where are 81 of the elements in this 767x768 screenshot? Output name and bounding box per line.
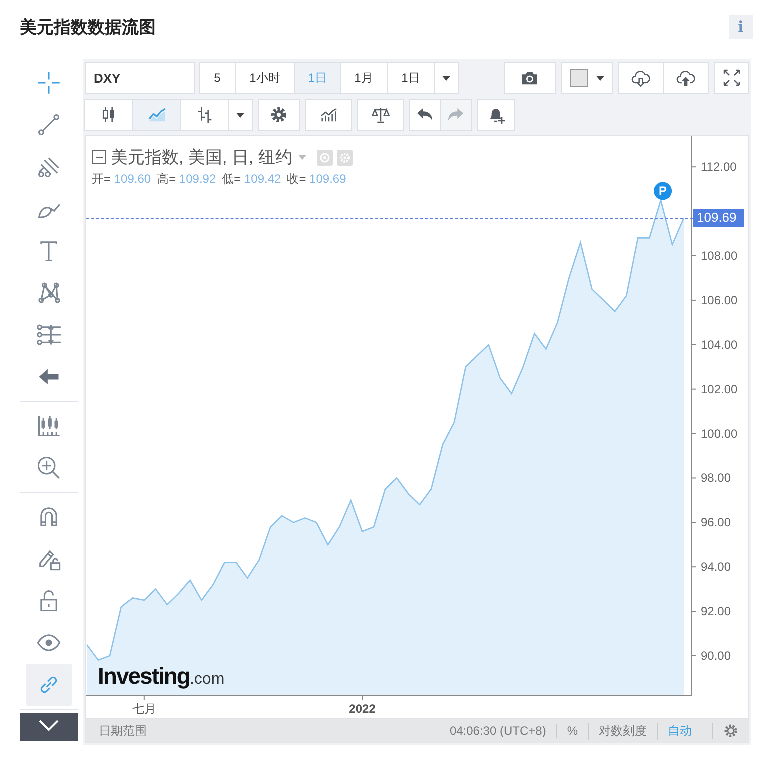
- collapse-icon[interactable]: [92, 150, 107, 165]
- y-tick: 96.00: [692, 516, 732, 530]
- y-tick: 104.00: [692, 338, 738, 352]
- chart-title: 美元指数, 美国, 日, 纽约: [111, 147, 292, 169]
- ohlc-label: 收=: [287, 172, 306, 186]
- y-tick: 94.00: [692, 560, 732, 574]
- caret-icon[interactable]: [298, 155, 308, 160]
- page-title: 美元指数数据流图: [20, 16, 156, 38]
- y-tick-label: 90.00: [701, 649, 732, 663]
- settings-button[interactable]: [258, 99, 300, 131]
- collapse-button[interactable]: [20, 713, 78, 741]
- y-tick-label: 104.00: [701, 338, 738, 352]
- interval-button[interactable]: 1日: [294, 62, 341, 94]
- cloud-upload-icon: [676, 68, 696, 88]
- indicators-button[interactable]: [305, 99, 352, 131]
- info-button[interactable]: i: [729, 15, 753, 39]
- fullscreen-icon: [722, 68, 742, 88]
- chart-type-dropdown[interactable]: [228, 99, 253, 131]
- interval-dropdown[interactable]: [434, 62, 459, 94]
- caret-icon: [236, 112, 245, 118]
- ohlc-value: 109.69: [310, 172, 346, 186]
- y-tick-label: 102.00: [701, 382, 738, 396]
- marker-badge: P: [654, 182, 672, 200]
- price-tag: 109.69: [693, 209, 744, 228]
- logo: Investing.com: [98, 663, 225, 690]
- interval-button[interactable]: 1小时: [235, 62, 295, 94]
- drawing-tool-button[interactable]: [26, 664, 72, 706]
- chart-type-button[interactable]: [180, 99, 229, 131]
- alert-button[interactable]: [477, 99, 515, 131]
- y-tick: 112.00: [692, 160, 737, 174]
- zoom-icon: [36, 455, 62, 481]
- scale-option[interactable]: 自动: [657, 722, 702, 740]
- y-tick-label: 94.00: [701, 560, 732, 574]
- chevron-down-icon: [38, 719, 60, 733]
- y-tick-label: 92.00: [701, 604, 732, 619]
- date-range-button[interactable]: 日期范围: [95, 722, 147, 740]
- ohlc-value: 109.60: [114, 172, 152, 186]
- y-tick-label: 98.00: [701, 471, 732, 486]
- fullscreen-button[interactable]: [714, 62, 749, 94]
- download-button[interactable]: [618, 62, 664, 94]
- trend-line-icon: [36, 112, 62, 138]
- interval-button[interactable]: 5: [199, 62, 236, 94]
- ohlc-value: 109.42: [244, 172, 282, 186]
- settings-icon[interactable]: [712, 723, 739, 739]
- y-tick-label: 108.00: [701, 249, 738, 263]
- caret-icon: [596, 76, 604, 80]
- y-tick: 98.00: [692, 471, 732, 486]
- undo-button[interactable]: [409, 99, 441, 131]
- ohlc-label: 开=: [92, 172, 112, 186]
- y-tick: 106.00: [692, 293, 738, 308]
- fib-icon: [36, 322, 62, 348]
- y-tick-label: 96.00: [701, 516, 732, 530]
- pattern-icon: [36, 280, 62, 306]
- ohlc-label: 高=: [157, 172, 176, 186]
- compare-button[interactable]: [357, 99, 404, 131]
- chart-type-button[interactable]: [84, 99, 133, 131]
- y-tick: 108.00: [692, 249, 738, 263]
- x-tick: 七月: [132, 696, 156, 716]
- y-tick: 102.00: [692, 382, 738, 396]
- y-tick-label: 112.00: [701, 160, 738, 174]
- cloud-download-icon: [631, 68, 651, 88]
- interval-button[interactable]: 1日: [387, 62, 435, 94]
- crosshair-icon: [36, 70, 62, 96]
- ohlc-value: 109.92: [179, 172, 216, 186]
- y-tick: 100.00: [692, 426, 738, 441]
- scale-option[interactable]: 对数刻度: [588, 722, 657, 740]
- interval-button[interactable]: 1月: [340, 62, 388, 94]
- y-tick-label: 100.00: [701, 426, 738, 441]
- scale-option[interactable]: %: [556, 724, 588, 738]
- ohlc-label: 低=: [222, 172, 242, 186]
- color-picker[interactable]: [561, 62, 613, 94]
- caret-icon: [442, 76, 451, 80]
- settings-icon: [269, 105, 289, 125]
- y-tick: 90.00: [692, 649, 732, 663]
- x-tick: 2022: [349, 696, 376, 716]
- upload-button[interactable]: [663, 62, 709, 94]
- clock-text: 04:06:30 (UTC+8): [450, 724, 548, 738]
- y-tick-label: 106.00: [701, 293, 738, 308]
- y-tick: 92.00: [692, 604, 732, 619]
- symbol-field[interactable]: DXY: [85, 62, 195, 94]
- snapshot-button[interactable]: [504, 62, 556, 94]
